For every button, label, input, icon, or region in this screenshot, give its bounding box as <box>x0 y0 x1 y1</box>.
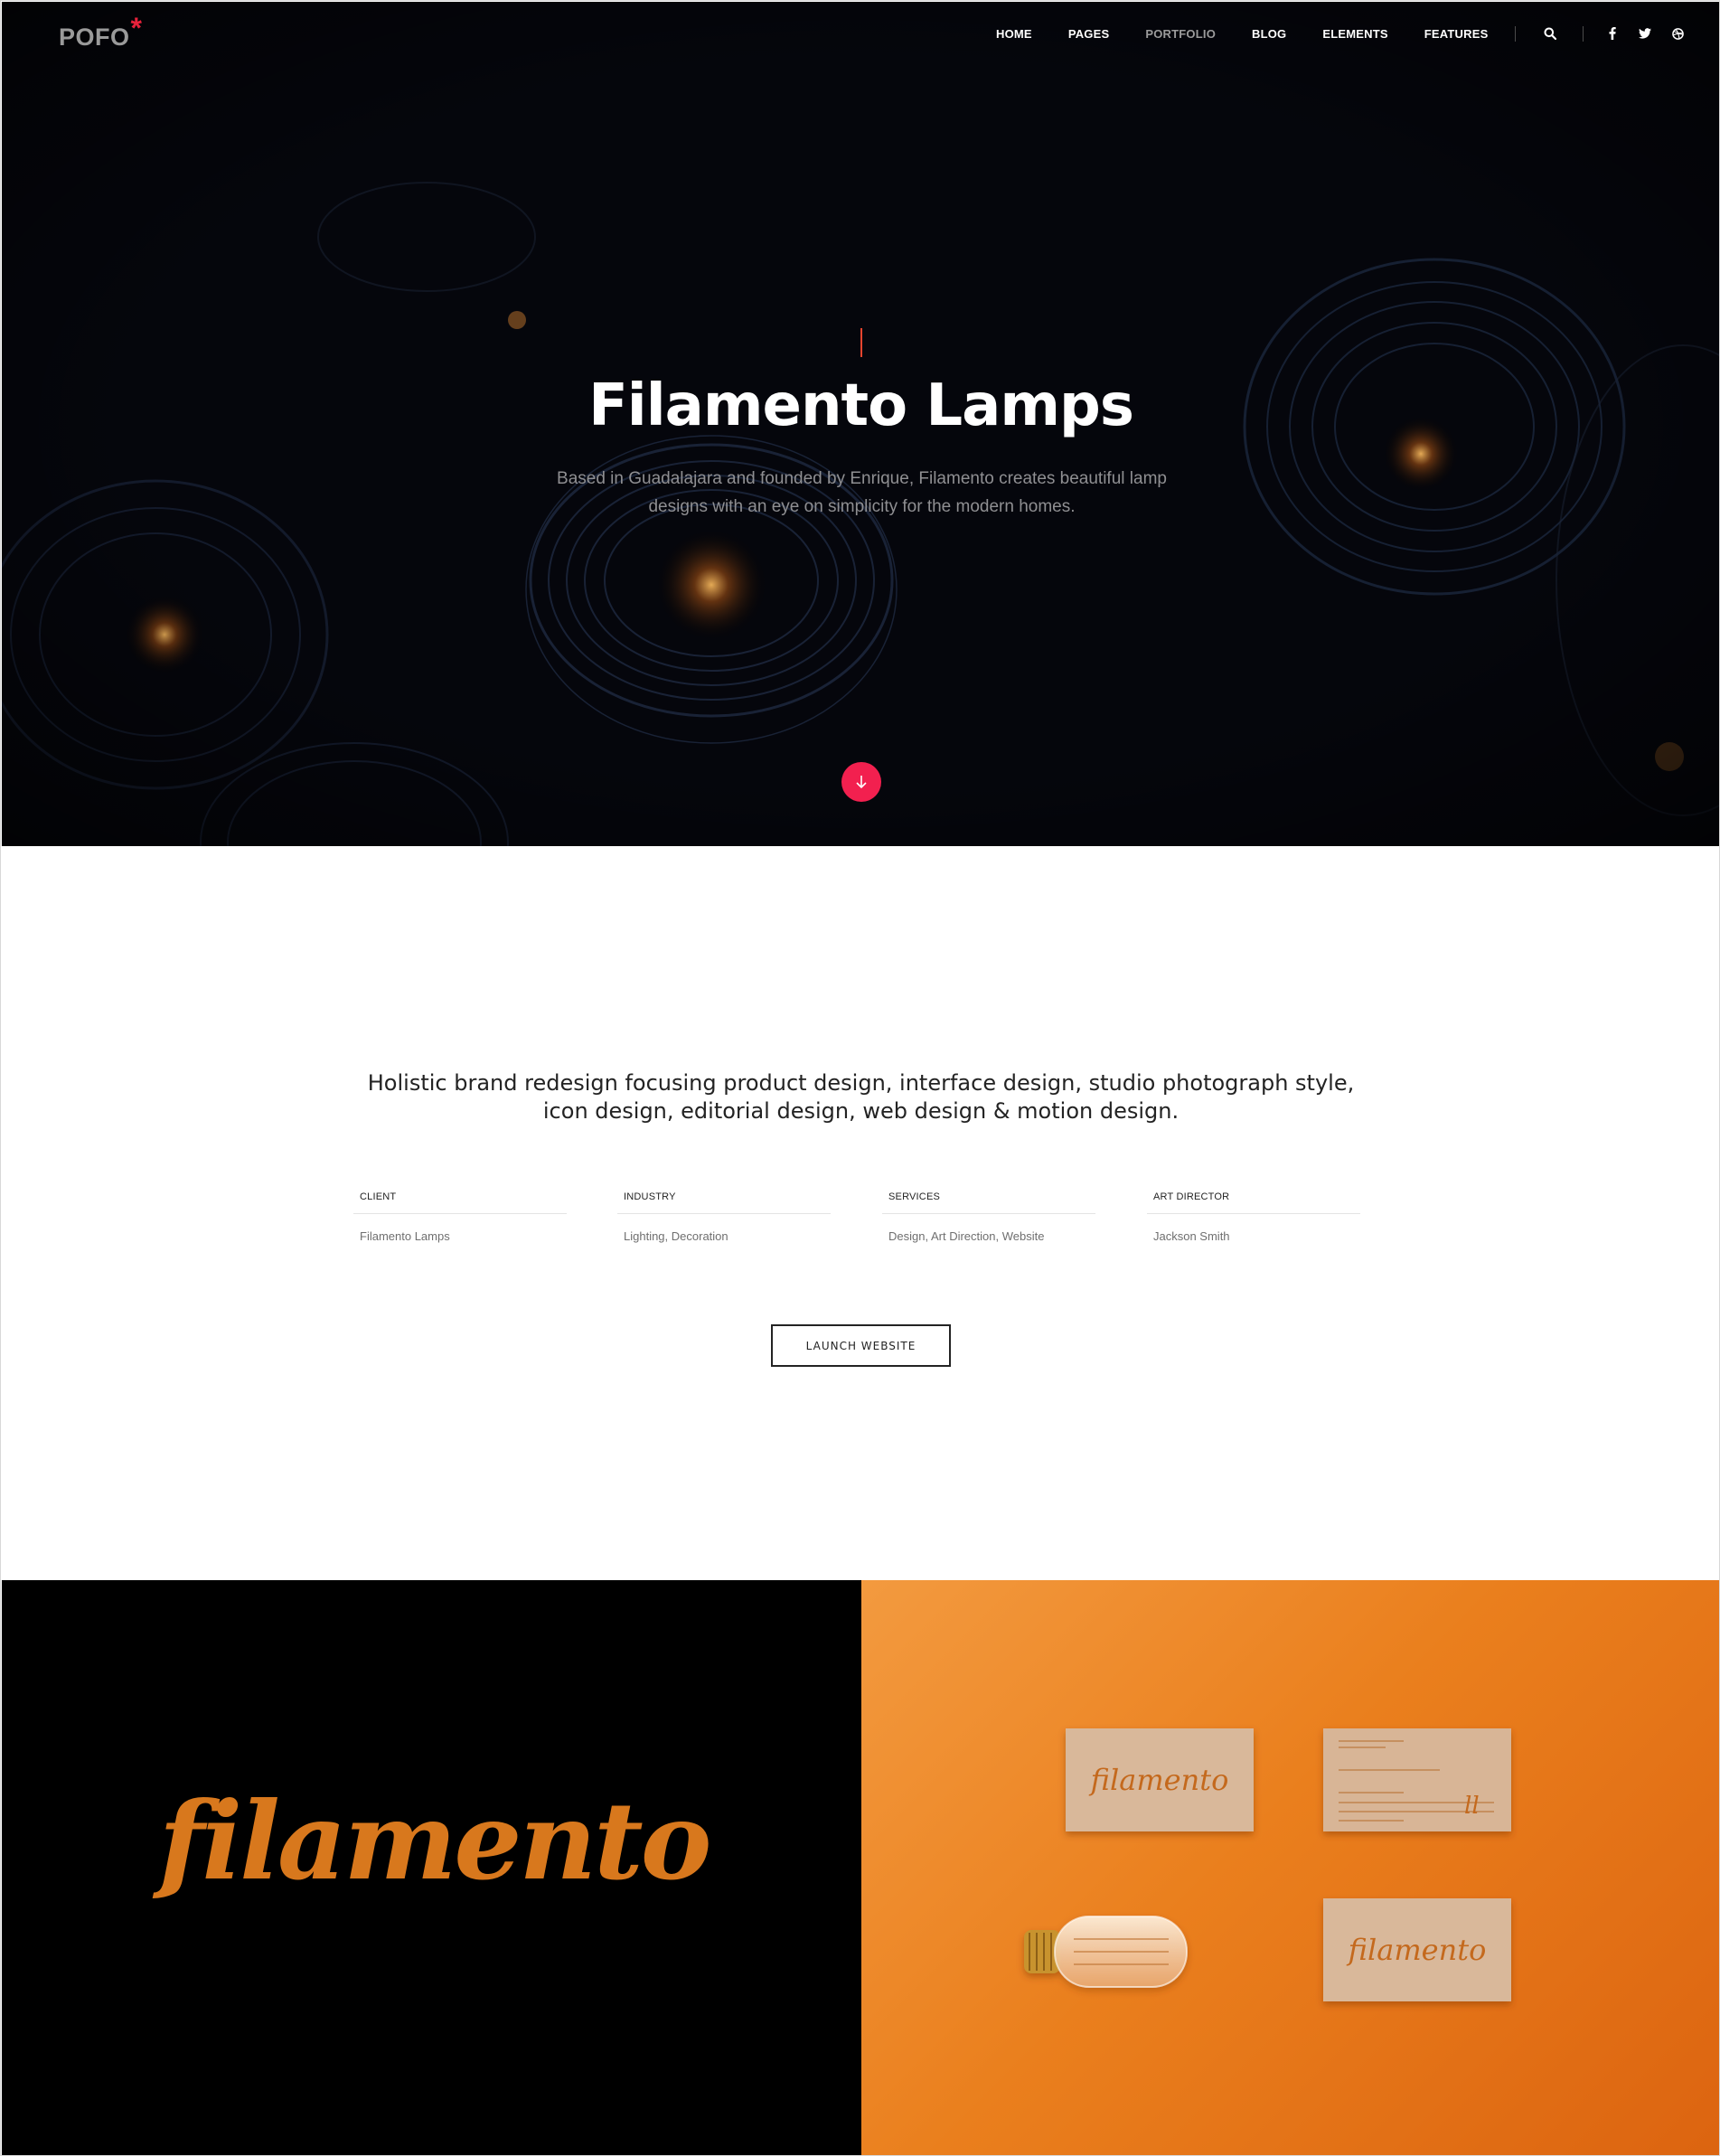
nav-divider <box>1515 25 1517 42</box>
meta-divider <box>1147 1213 1360 1214</box>
nav-item-elements[interactable]: ELEMENTS <box>1322 27 1387 41</box>
launch-website-button[interactable]: LAUNCH WEBSITE <box>771 1324 951 1367</box>
nav-item-pages[interactable]: PAGES <box>1068 27 1110 41</box>
meta-services: SERVICES Design, Art Direction, Website <box>882 1191 1095 1243</box>
top-navbar: POFO* HOME PAGES PORTFOLIO BLOG ELEMENTS… <box>2 2 1719 63</box>
meta-client: CLIENT Filamento Lamps <box>353 1191 567 1243</box>
hero-title: Filamento Lamps <box>588 372 1134 439</box>
nav-item-blog[interactable]: BLOG <box>1252 27 1286 41</box>
logo-asterisk: * <box>130 12 143 44</box>
meta-divider <box>882 1213 1095 1214</box>
card-wordmark: filamento <box>1089 1763 1229 1797</box>
project-gallery: filamento filamento ll filamento <box>2 1580 1719 2155</box>
project-meta-grid: CLIENT Filamento Lamps INDUSTRY Lighting… <box>353 1191 1368 1246</box>
arrow-down-icon <box>856 776 867 789</box>
meta-art-director: ART DIRECTOR Jackson Smith <box>1147 1191 1360 1243</box>
hero-description: Based in Guadalajara and founded by Enri… <box>557 469 1167 516</box>
hero-section: POFO* HOME PAGES PORTFOLIO BLOG ELEMENTS… <box>2 2 1719 846</box>
hero-accent-line <box>860 328 862 357</box>
meta-label: CLIENT <box>360 1191 397 1202</box>
brand-logo[interactable]: POFO* <box>59 12 142 52</box>
main-nav: HOME PAGES PORTFOLIO BLOG ELEMENTS FEATU… <box>996 25 1694 42</box>
gallery-image-wordmark[interactable]: filamento <box>2 1580 861 2155</box>
meta-label: ART DIRECTOR <box>1153 1191 1230 1202</box>
nav-item-home[interactable]: HOME <box>996 27 1032 41</box>
logo-text: POFO <box>59 24 130 51</box>
meta-value: Filamento Lamps <box>360 1229 450 1243</box>
project-details-section: Holistic brand redesign focusing product… <box>2 846 1719 1580</box>
nav-divider <box>1583 25 1584 42</box>
search-icon[interactable] <box>1534 25 1566 42</box>
svg-text:ll: ll <box>1464 1793 1480 1820</box>
project-summary: Holistic brand redesign focusing product… <box>367 1070 1355 1124</box>
meta-label: SERVICES <box>888 1191 941 1202</box>
meta-industry: INDUSTRY Lighting, Decoration <box>617 1191 831 1243</box>
facebook-icon[interactable] <box>1596 25 1629 42</box>
card-wordmark: filamento <box>1347 1933 1487 1967</box>
meta-divider <box>617 1213 831 1214</box>
meta-divider <box>353 1213 567 1214</box>
meta-value: Lighting, Decoration <box>624 1229 728 1243</box>
meta-value: Design, Art Direction, Website <box>888 1229 1045 1243</box>
meta-value: Jackson Smith <box>1153 1229 1230 1243</box>
scroll-down-button[interactable] <box>841 762 881 802</box>
gallery-image-stationery[interactable]: filamento ll filamento <box>861 1580 1719 2155</box>
dribbble-icon[interactable] <box>1661 25 1694 42</box>
page-frame: POFO* HOME PAGES PORTFOLIO BLOG ELEMENTS… <box>0 0 1720 2156</box>
filamento-wordmark: filamento <box>153 1778 710 1904</box>
nav-item-portfolio[interactable]: PORTFOLIO <box>1145 27 1216 41</box>
meta-label: INDUSTRY <box>624 1191 676 1202</box>
twitter-icon[interactable] <box>1629 25 1661 42</box>
nav-item-features[interactable]: FEATURES <box>1424 27 1489 41</box>
